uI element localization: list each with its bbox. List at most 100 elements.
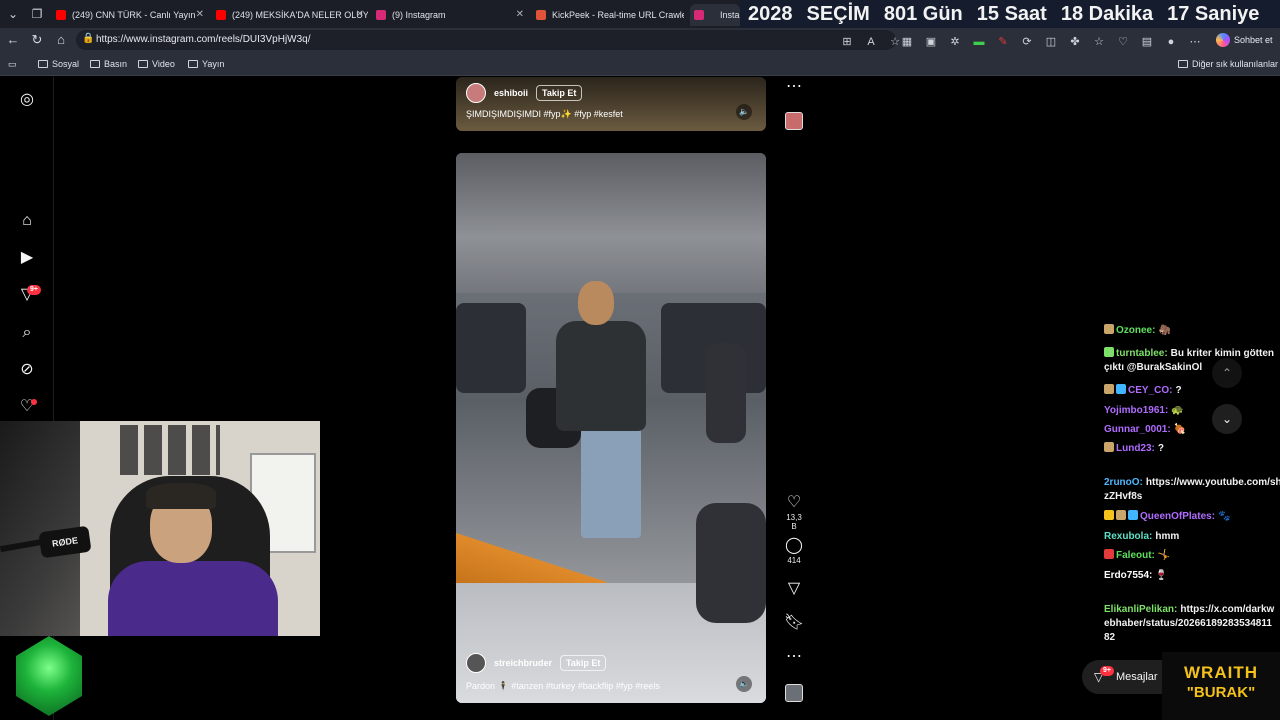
tab-instagram-active[interactable]: Insta [690,4,740,26]
comment-bubble-icon: ◯ [785,537,803,554]
copilot-chat-button[interactable]: Sohbet et [1214,31,1273,49]
youtube-icon [216,10,226,20]
reel-video-player[interactable]: streichbruder Takip Et Pardon 🕴 #tanzen #… [456,153,766,703]
bookmark-folder-sosyal[interactable]: Sosyal [38,52,79,76]
instagram-logo-icon[interactable]: ◎ [17,90,37,110]
reels-icon[interactable]: ▶ [17,248,37,268]
folder-icon [90,60,100,68]
logo-line2: "BURAK" [1186,684,1256,701]
extension-icon[interactable]: ✎ [996,35,1010,49]
folder-icon [188,60,198,68]
other-bookmarks[interactable]: Diğer sık kullanılanlar [1178,52,1278,76]
app-available-icon[interactable]: ⊞ [840,35,854,49]
address-bar[interactable]: 🔒 https://www.instagram.com/reels/DUI3Vp… [76,30,896,50]
kickpeek-icon [536,10,546,20]
bookmark-folder-video[interactable]: Video [138,52,175,76]
instagram-icon [376,10,386,20]
mute-icon[interactable]: 🔈 [736,104,752,120]
extension-icon[interactable]: ▦ [900,35,914,49]
like-button[interactable]: ♡ 13,3 B [783,494,805,531]
folder-icon [138,60,148,68]
back-icon[interactable]: ← [4,31,22,49]
more-options-icon[interactable]: ⋯ [783,78,805,96]
chat-user: 2runoO: [1104,477,1143,488]
bookmark-folder-basin[interactable]: Basın [90,52,127,76]
bookmark-folder-yayin[interactable]: Yayın [188,52,224,76]
messages-label: Mesajlar [1116,671,1158,683]
extension-icon[interactable]: ✲ [948,35,962,49]
reel-username[interactable]: eshiboii [494,88,528,98]
copilot-icon [1216,33,1230,47]
profile-avatar-icon[interactable]: ● [1164,35,1178,49]
home-icon[interactable]: ⌂ [52,31,70,49]
favorites-icon[interactable]: ☆ [1092,35,1106,49]
election-countdown-banner: 2028 SEÇİM 801 Gün 15 Saat 18 Dakika 17 Saniy… [740,0,1280,28]
follow-button[interactable]: Takip Et [536,85,583,101]
save-button[interactable]: 🔖︎ [783,614,805,632]
mute-icon[interactable]: 🔈 [736,676,752,692]
tab-kickpeek[interactable]: KickPeek - Real-time URL Crawler [532,4,684,26]
next-reel-button[interactable]: ⌄ [1212,404,1242,434]
reel-username[interactable]: streichbruder [494,658,552,668]
video-dancer-legs [581,428,641,538]
extension-icon[interactable]: ⟳ [1020,35,1034,49]
extension-icon[interactable]: ▬ [972,35,986,49]
browser-essentials-icon[interactable]: ♡ [1116,35,1130,49]
sidebar-toggle-icon[interactable]: ▭ [8,52,17,76]
chat-message: 2runoO:https://www.youtube.com/shorts/h4… [1104,476,1280,504]
search-icon[interactable]: ⌕ [17,323,37,343]
collections-icon[interactable]: ▤ [1140,35,1154,49]
chat-text: 🦣 [1158,325,1171,336]
chat-message: Lund23:? [1104,442,1276,456]
close-tab-icon[interactable]: ✕ [196,4,204,26]
bookmark-icon: 🔖︎ [783,614,805,631]
video-dancer-head [578,281,614,325]
workspaces-icon[interactable]: ❐ [28,5,46,23]
comment-button[interactable]: ◯ 414 [783,537,805,565]
audio-thumbnail[interactable] [785,112,803,130]
avatar[interactable] [466,83,486,103]
chat-text: 🍷 [1155,570,1168,581]
reel-caption: ŞIMDIŞIMDIŞIMDI #fyp✨ #fyp #kesfet [466,109,623,119]
split-screen-icon[interactable]: ◫ [1044,35,1058,49]
avatar[interactable] [466,653,486,673]
tab-instagram[interactable]: (9) Instagram ✕ [372,4,528,26]
video-train-window [456,303,526,393]
close-tab-icon[interactable]: ✕ [516,4,524,26]
refresh-icon[interactable]: ↻ [28,31,46,49]
home-icon[interactable]: ⌂ [17,211,37,231]
audio-thumbnail[interactable] [785,684,803,702]
extension-icon[interactable]: ▣ [924,35,938,49]
chat-message: ElikanliPelikan: https://x.com/darkwebhab… [1104,603,1276,645]
video-passenger [706,343,746,443]
chat-user: Faleout: [1116,550,1155,561]
tab-actions-chevron-icon[interactable]: ⌄ [4,5,22,23]
explore-compass-icon[interactable]: ⊘ [17,360,37,380]
comment-count: 414 [787,556,801,565]
send-icon: ▽ [787,580,801,597]
chat-text: hmm [1155,531,1180,542]
follow-button[interactable]: Takip Et [560,655,607,671]
chat-message: Erdo7554: 🍷 [1104,569,1276,583]
sub-badge-icon [1104,549,1114,559]
chat-user: Lund23: [1116,443,1155,454]
extensions-puzzle-icon[interactable]: ✤ [1068,35,1082,49]
reel-author-row: streichbruder Takip Et [466,653,607,673]
reel-card-previous[interactable]: eshiboii Takip Et ŞIMDIŞIMDIŞIMDI #fyp✨ #… [456,77,766,131]
heart-icon: ♡ [786,494,802,511]
bookmark-label: Video [152,59,175,69]
read-aloud-icon[interactable]: A [864,35,878,49]
screen: ⌄ ❐ (249) CNN TÜRK - Canlı Yayın ✕ (249)… [0,0,1280,720]
previous-reel-button[interactable]: ⌃ [1212,358,1242,388]
webcam-photo-frames [120,425,220,475]
chat-message: Ozonee: 🦣 [1104,324,1276,338]
more-options-icon[interactable]: ⋯ [783,648,805,666]
share-button[interactable]: ▽ [783,580,805,598]
chat-user: Ozonee: [1116,325,1156,336]
close-tab-icon[interactable]: ✕ [356,4,364,26]
chat-text: ? [1157,443,1164,454]
more-menu-icon[interactable]: ⋯ [1188,35,1202,49]
tab-meksika[interactable]: (249) MEKSİKA'DA NELER OLUYOR ✕ [212,4,368,26]
gem-badge-icon [1128,510,1138,520]
tab-cnn-turk[interactable]: (249) CNN TÜRK - Canlı Yayın ✕ [52,4,208,26]
